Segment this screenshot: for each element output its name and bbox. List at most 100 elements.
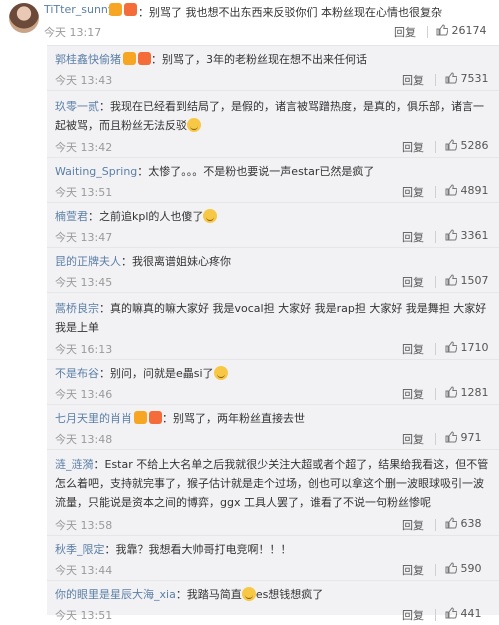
like-count: 638: [460, 517, 482, 530]
reply-time: 今天 16:13: [55, 343, 113, 356]
reply-button[interactable]: 回复: [402, 607, 424, 623]
reply-username[interactable]: 蒿桥良宗: [55, 302, 99, 315]
reply-line: 玖零一贰：我现在已经看到结局了，是假的，诸言被骂蹭热度，是真的，俱乐部，诸言一起…: [55, 97, 491, 135]
verified-badge-icon: [107, 3, 137, 17]
like-count: 1710: [460, 341, 489, 354]
list-item: 秋季_限定：我靠？我想看大帅哥打电竞啊！！！ 今天 13:44 回复 590: [47, 536, 499, 581]
avatar[interactable]: [9, 3, 39, 33]
reply-username[interactable]: Waiting_Spring: [55, 165, 137, 178]
reply-username[interactable]: 郭桂鑫快偷猪: [55, 53, 121, 66]
reply-username[interactable]: 七月天里的肖肖: [55, 412, 132, 425]
list-item: 蒿桥良宗：真的嘛真的嘛大家好 我是vocal担 大家好 我是rap担 大家好 我…: [47, 293, 499, 360]
reply-text: ：真的嘛真的嘛大家好 我是vocal担 大家好 我是rap担 大家好 我是舞担 …: [55, 302, 487, 334]
list-item: 七月天里的肖肖 ：别骂了，两年粉丝直接去世 今天 13:48 回复 971: [47, 405, 499, 450]
like-button[interactable]: 7531: [445, 72, 489, 85]
like-count: 5286: [460, 139, 489, 152]
reply-line: Waiting_Spring：太惨了。。。不是粉也要说一声estar已然是疯了: [55, 162, 491, 181]
divider: [435, 433, 436, 445]
reply-text: ：我靠？我想看大帅哥打电竞啊！！！: [104, 543, 292, 556]
like-button[interactable]: 26174: [436, 24, 487, 37]
like-button[interactable]: 590: [445, 562, 482, 575]
reply-button[interactable]: 回复: [402, 562, 424, 578]
reply-line: 楠萱君：之前追kpl的人也傻了: [55, 207, 491, 226]
reply-username[interactable]: 涟_涟漪: [55, 458, 94, 471]
reply-button[interactable]: 回复: [402, 517, 424, 533]
reply-username[interactable]: 玖零一贰: [55, 100, 99, 113]
reply-time: 今天 13:45: [55, 276, 113, 289]
like-count: 26174: [451, 24, 487, 37]
reply-button[interactable]: 回复: [402, 229, 424, 245]
list-item: 昆的正牌夫人：我很离谱姐妹心疼你 今天 13:45 回复 1507: [47, 248, 499, 293]
reply-time: 今天 13:51: [55, 609, 113, 622]
reply-time: 今天 13:58: [55, 519, 113, 532]
list-item: 不是布谷：别问，问就是e畾si了 今天 13:46 回复 1281: [47, 360, 499, 405]
reply-text: ：Estar 不给上大名单之后我就很少关注大超或者个超了，结果给我看这，但不管怎…: [55, 458, 489, 509]
reply-text: ：别骂了，两年粉丝直接去世: [162, 412, 305, 425]
thumbs-up-icon: [436, 24, 448, 36]
list-item: 玖零一贰：我现在已经看到结局了，是假的，诸言被骂蹭热度，是真的，俱乐部，诸言一起…: [47, 91, 499, 158]
reply-time: 今天 13:42: [55, 141, 113, 154]
reply-text: ：我现在已经看到结局了，是假的，诸言被骂蹭热度，是真的，俱乐部，诸言一起被骂，而…: [55, 100, 484, 132]
reply-line: 郭桂鑫快偷猪 ：别骂了，3年的老粉丝现在想不出来任何话: [55, 50, 491, 69]
reply-button[interactable]: 回复: [402, 386, 424, 402]
thumbs-up-icon: [445, 386, 457, 398]
top-comment-time: 今天 13:17: [44, 26, 102, 39]
reply-time: 今天 13:48: [55, 433, 113, 446]
top-comment-username[interactable]: TiTter_sunny: [44, 3, 114, 16]
like-button[interactable]: 638: [445, 517, 482, 530]
thumbs-up-icon: [445, 562, 457, 574]
divider: [435, 74, 436, 86]
verified-badge-icon: [132, 411, 162, 425]
like-count: 590: [460, 562, 482, 575]
reply-text: ：太惨了。。。不是粉也要说一声estar已然是疯了: [137, 165, 375, 178]
reply-username[interactable]: 你的眼里是星辰大海_xia: [55, 588, 176, 601]
divider: [435, 186, 436, 198]
reply-line: 七月天里的肖肖 ：别骂了，两年粉丝直接去世: [55, 409, 491, 428]
reply-text: ：我很离谱姐妹心疼你: [121, 255, 231, 268]
list-item: 郭桂鑫快偷猪 ：别骂了，3年的老粉丝现在想不出来任何话 今天 13:43 回复 7…: [47, 46, 499, 91]
reply-button[interactable]: 回复: [402, 274, 424, 290]
like-button[interactable]: 441: [445, 607, 482, 620]
reply-time: 今天 13:51: [55, 186, 113, 199]
thumbs-up-icon: [445, 229, 457, 241]
divider: [435, 388, 436, 400]
thumbs-up-icon: [445, 431, 457, 443]
like-button[interactable]: 1281: [445, 386, 489, 399]
reply-text: ：我踏马简直: [175, 588, 242, 601]
list-item: 你的眼里是星辰大海_xia：我踏马简直 es想钱想疯了 今天 13:51 回复 4…: [47, 581, 499, 625]
reply-text: ：别问，问就是e畾si了: [99, 367, 214, 380]
reply-time: 今天 13:47: [55, 231, 113, 244]
reply-button[interactable]: 回复: [394, 24, 416, 40]
reply-username[interactable]: 不是布谷: [55, 367, 99, 380]
reply-list: 郭桂鑫快偷猪 ：别骂了，3年的老粉丝现在想不出来任何话 今天 13:43 回复 7…: [47, 45, 499, 622]
like-button[interactable]: 4891: [445, 184, 489, 197]
reply-button[interactable]: 回复: [402, 431, 424, 447]
reply-line: 涟_涟漪：Estar 不给上大名单之后我就很少关注大超或者个超了，结果给我看这，…: [55, 455, 491, 512]
like-count: 441: [460, 607, 482, 620]
like-count: 1281: [460, 386, 489, 399]
reply-button[interactable]: 回复: [402, 184, 424, 200]
emoji-icon: [241, 587, 256, 601]
like-button[interactable]: 1507: [445, 274, 489, 287]
reply-button[interactable]: 回复: [402, 72, 424, 88]
list-item: 楠萱君：之前追kpl的人也傻了 今天 13:47 回复 3361: [47, 203, 499, 248]
smile-emoji-icon: [213, 366, 228, 380]
reply-username[interactable]: 秋季_限定: [55, 543, 105, 556]
reply-text: ：之前追kpl的人也傻了: [88, 210, 204, 223]
divider: [435, 231, 436, 243]
list-item: 涟_涟漪：Estar 不给上大名单之后我就很少关注大超或者个超了，结果给我看这，…: [47, 450, 499, 536]
divider: [435, 276, 436, 288]
reply-username[interactable]: 昆的正牌夫人: [55, 255, 121, 268]
like-button[interactable]: 5286: [445, 139, 489, 152]
like-count: 3361: [460, 229, 489, 242]
reply-username[interactable]: 楠萱君: [55, 210, 88, 223]
like-button[interactable]: 1710: [445, 341, 489, 354]
like-button[interactable]: 3361: [445, 229, 489, 242]
thumbs-up-icon: [445, 184, 457, 196]
divider: [435, 141, 436, 153]
reply-button[interactable]: 回复: [402, 341, 424, 357]
like-button[interactable]: 971: [445, 431, 482, 444]
like-count: 1507: [460, 274, 489, 287]
reply-line: 昆的正牌夫人：我很离谱姐妹心疼你: [55, 252, 491, 271]
reply-button[interactable]: 回复: [402, 139, 424, 155]
